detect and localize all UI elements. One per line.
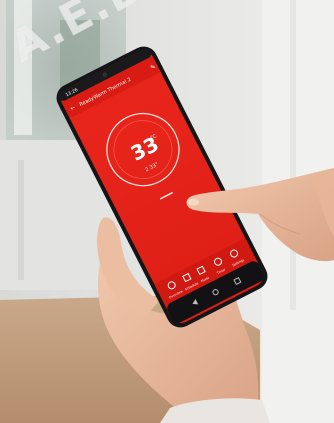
photo-frame: 13:26 ← ReadyWarm Thermal 2 ✎ 33 °C 2 33…: [0, 0, 334, 423]
fingernail: [187, 198, 199, 206]
photo-scene: 13:26 ← ReadyWarm Thermal 2 ✎ 33 °C 2 33…: [0, 0, 334, 423]
